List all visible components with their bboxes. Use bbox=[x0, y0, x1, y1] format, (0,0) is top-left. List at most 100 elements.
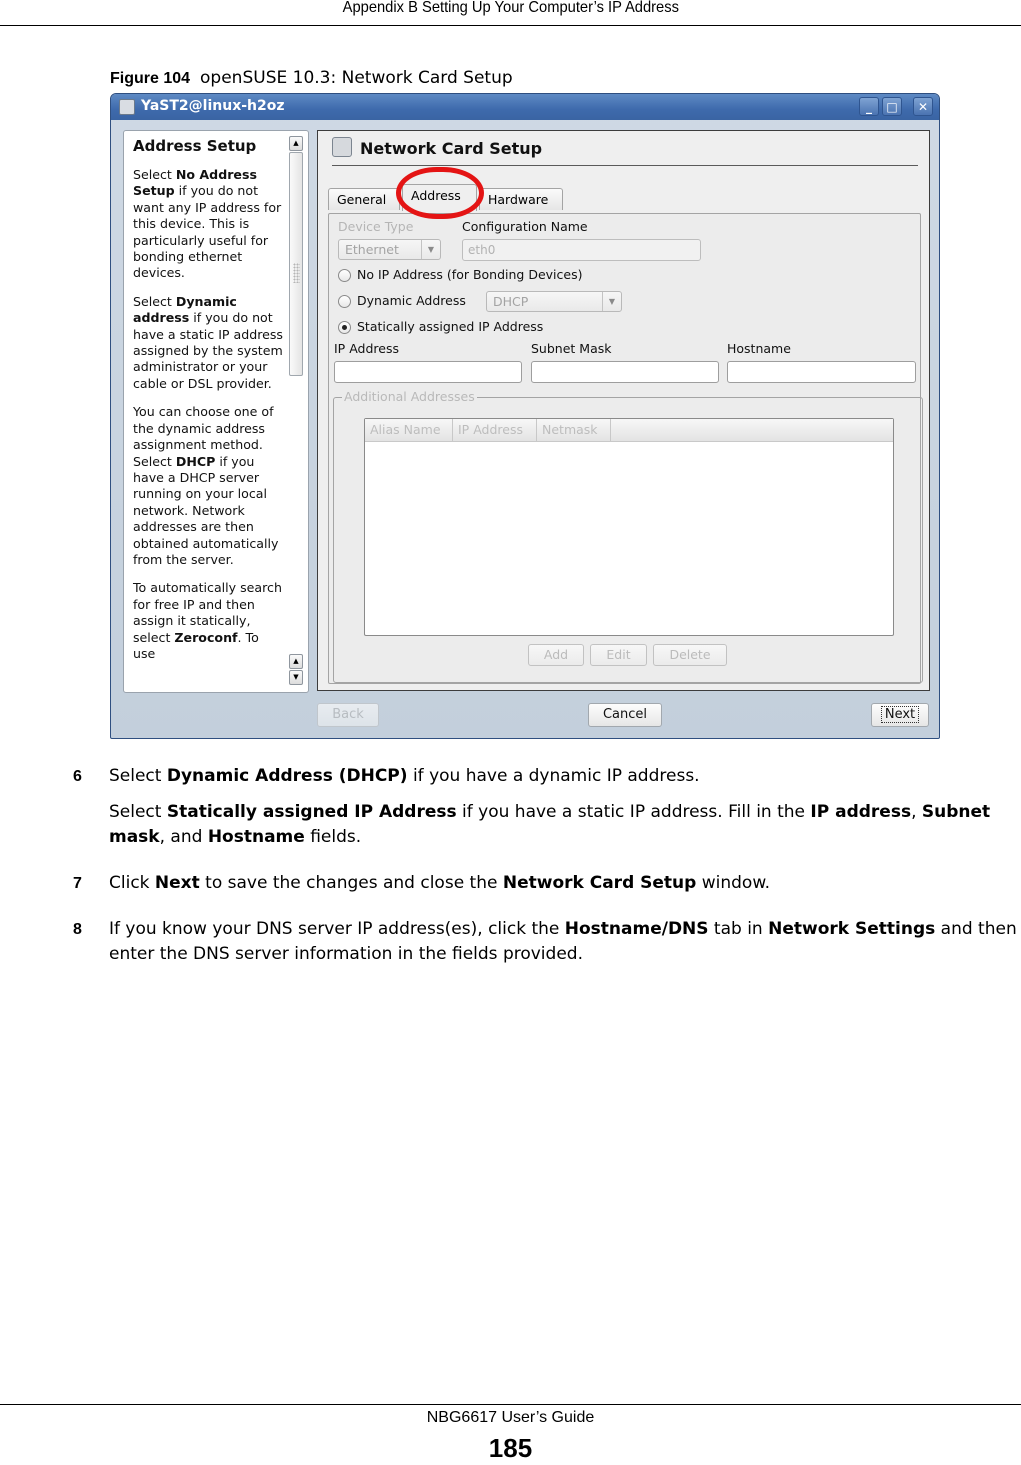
tab-label: General bbox=[337, 192, 387, 207]
text-run: if you have a DHCP server running on you… bbox=[133, 453, 279, 567]
text-run: if you have a dynamic IP address. bbox=[407, 766, 700, 786]
hostname-label: Hostname bbox=[727, 341, 791, 356]
bold-text: DHCP bbox=[175, 453, 216, 469]
maximize-icon: □ bbox=[886, 100, 898, 114]
bold-text: Next bbox=[154, 873, 200, 893]
help-scrollbar[interactable]: ▲ ▲ ▼ bbox=[289, 136, 303, 687]
dynamic-address-radio[interactable] bbox=[338, 295, 351, 308]
additional-addresses-group: Additional Addresses Alias Name IP Addre… bbox=[333, 389, 923, 683]
tab-hardware[interactable]: Hardware bbox=[479, 188, 563, 210]
alias-table-header: Alias Name IP Address Netmask bbox=[365, 419, 893, 442]
chevron-down-icon: ▼ bbox=[421, 240, 440, 259]
cancel-button[interactable]: Cancel bbox=[588, 703, 662, 727]
step-text: Select Statically assigned IP Address if… bbox=[109, 800, 1019, 850]
dynamic-method-select[interactable]: DHCP ▼ bbox=[486, 291, 622, 312]
help-paragraph: You can choose one of the dynamic addres… bbox=[133, 404, 285, 568]
step-number: 8 bbox=[73, 921, 82, 938]
title-divider bbox=[332, 165, 918, 166]
arrow-up-icon: ▲ bbox=[293, 139, 299, 147]
guide-title: NBG6617 User’s Guide bbox=[426, 1409, 595, 1426]
configuration-name-input[interactable]: eth0 bbox=[462, 239, 701, 261]
ip-address-input[interactable] bbox=[334, 361, 522, 383]
help-paragraph: Select Dynamic address if you do not hav… bbox=[133, 294, 285, 392]
page-number: 185 bbox=[488, 1433, 533, 1463]
text-run: Select bbox=[109, 802, 167, 822]
text-run: window. bbox=[696, 873, 771, 893]
edit-button[interactable]: Edit bbox=[590, 644, 647, 666]
yast-window: YaST2@linux-h2oz _ □ ✕ Address Setup Sel… bbox=[110, 93, 940, 739]
page-header-text: Appendix B Setting Up Your Computer’s IP… bbox=[342, 0, 679, 16]
close-button[interactable]: ✕ bbox=[913, 97, 933, 116]
static-ip-radio[interactable] bbox=[338, 321, 351, 334]
maximize-button[interactable]: □ bbox=[882, 97, 902, 116]
address-tab-panel: Device Type Ethernet ▼ Configuration Name… bbox=[328, 213, 923, 684]
help-paragraph: To automatically search for free IP and … bbox=[133, 580, 285, 662]
arrow-down-icon: ▼ bbox=[293, 673, 299, 681]
no-ip-label[interactable]: No IP Address (for Bonding Devices) bbox=[357, 267, 582, 282]
figure-caption-text: openSUSE 10.3: Network Card Setup bbox=[200, 68, 513, 88]
text-run: if you have a static IP address. Fill in… bbox=[456, 802, 811, 822]
text-run: Select bbox=[133, 293, 176, 309]
hostname-input[interactable] bbox=[727, 361, 916, 383]
text-run: Click bbox=[109, 873, 155, 893]
help-pane[interactable]: Address Setup Select No Address Setup if… bbox=[123, 130, 309, 693]
tab-general[interactable]: General bbox=[328, 188, 400, 210]
tab-label: Hardware bbox=[488, 192, 549, 207]
close-icon: ✕ bbox=[917, 100, 929, 114]
figure-label: Figure 104 bbox=[110, 70, 191, 87]
grip-icon bbox=[293, 263, 300, 283]
subnet-mask-input[interactable] bbox=[531, 361, 719, 383]
title-bar[interactable]: YaST2@linux-h2oz _ □ ✕ bbox=[111, 94, 939, 120]
scroll-thumb[interactable] bbox=[289, 152, 303, 376]
device-type-label: Device Type bbox=[338, 219, 414, 234]
back-button[interactable]: Back bbox=[317, 703, 379, 727]
minimize-button[interactable]: _ bbox=[859, 97, 879, 116]
static-ip-label[interactable]: Statically assigned IP Address bbox=[357, 319, 543, 334]
bold-text: Zeroconf bbox=[174, 629, 238, 645]
text-run: fields. bbox=[304, 827, 362, 847]
bold-text: Hostname/DNS bbox=[564, 919, 709, 939]
dialog-title: Network Card Setup bbox=[332, 137, 542, 158]
scroll-down-button[interactable]: ▼ bbox=[289, 670, 303, 685]
text-run: If you know your DNS server IP address(e… bbox=[109, 919, 565, 939]
chevron-down-icon: ▼ bbox=[602, 292, 621, 311]
help-paragraphs: Select No Address Setup if you do not wa… bbox=[133, 167, 285, 662]
dynamic-address-label[interactable]: Dynamic Address bbox=[357, 293, 466, 308]
arrow-up-icon: ▲ bbox=[293, 657, 299, 665]
help-heading: Address Setup bbox=[133, 137, 257, 155]
column-alias-name[interactable]: Alias Name bbox=[365, 419, 453, 441]
scroll-up-button[interactable]: ▲ bbox=[289, 136, 303, 151]
subnet-mask-label: Subnet Mask bbox=[531, 341, 612, 356]
text-run: tab in bbox=[708, 919, 769, 939]
cancel-label: Cancel bbox=[602, 707, 648, 722]
alias-table[interactable]: Alias Name IP Address Netmask bbox=[364, 418, 894, 636]
main-pane: Network Card Setup General Address Hardw… bbox=[317, 130, 930, 691]
help-paragraph: Select No Address Setup if you do not wa… bbox=[133, 167, 285, 282]
text-run: , and bbox=[159, 827, 208, 847]
step-number: 6 bbox=[73, 768, 82, 785]
step-number: 7 bbox=[73, 875, 82, 892]
ip-address-label: IP Address bbox=[334, 341, 399, 356]
bold-text: Network Settings bbox=[768, 919, 936, 939]
step-text: Click Next to save the changes and close… bbox=[109, 871, 1019, 896]
no-ip-radio[interactable] bbox=[338, 269, 351, 282]
text-run: Select bbox=[109, 766, 167, 786]
window-title: YaST2@linux-h2oz bbox=[141, 98, 285, 114]
delete-button[interactable]: Delete bbox=[653, 644, 727, 666]
column-netmask[interactable]: Netmask bbox=[537, 419, 611, 441]
bold-text: Hostname bbox=[207, 827, 305, 847]
bold-text: Statically assigned IP Address bbox=[166, 802, 457, 822]
add-button[interactable]: Add bbox=[528, 644, 584, 666]
device-type-select[interactable]: Ethernet ▼ bbox=[338, 239, 441, 260]
page-footer: NBG6617 User’s Guide 185 bbox=[0, 1404, 1021, 1464]
next-button[interactable]: Next bbox=[871, 703, 929, 727]
bold-text: IP address bbox=[810, 802, 912, 822]
next-label: Next bbox=[880, 706, 920, 723]
column-ip-address[interactable]: IP Address bbox=[453, 419, 537, 441]
text-run: Select bbox=[133, 167, 176, 182]
scroll-up-button-bottom[interactable]: ▲ bbox=[289, 654, 303, 669]
yast-app-icon bbox=[119, 99, 135, 115]
network-card-icon bbox=[332, 137, 352, 157]
step-text: If you know your DNS server IP address(e… bbox=[109, 917, 1019, 967]
bold-text: Dynamic Address (DHCP) bbox=[166, 766, 408, 786]
